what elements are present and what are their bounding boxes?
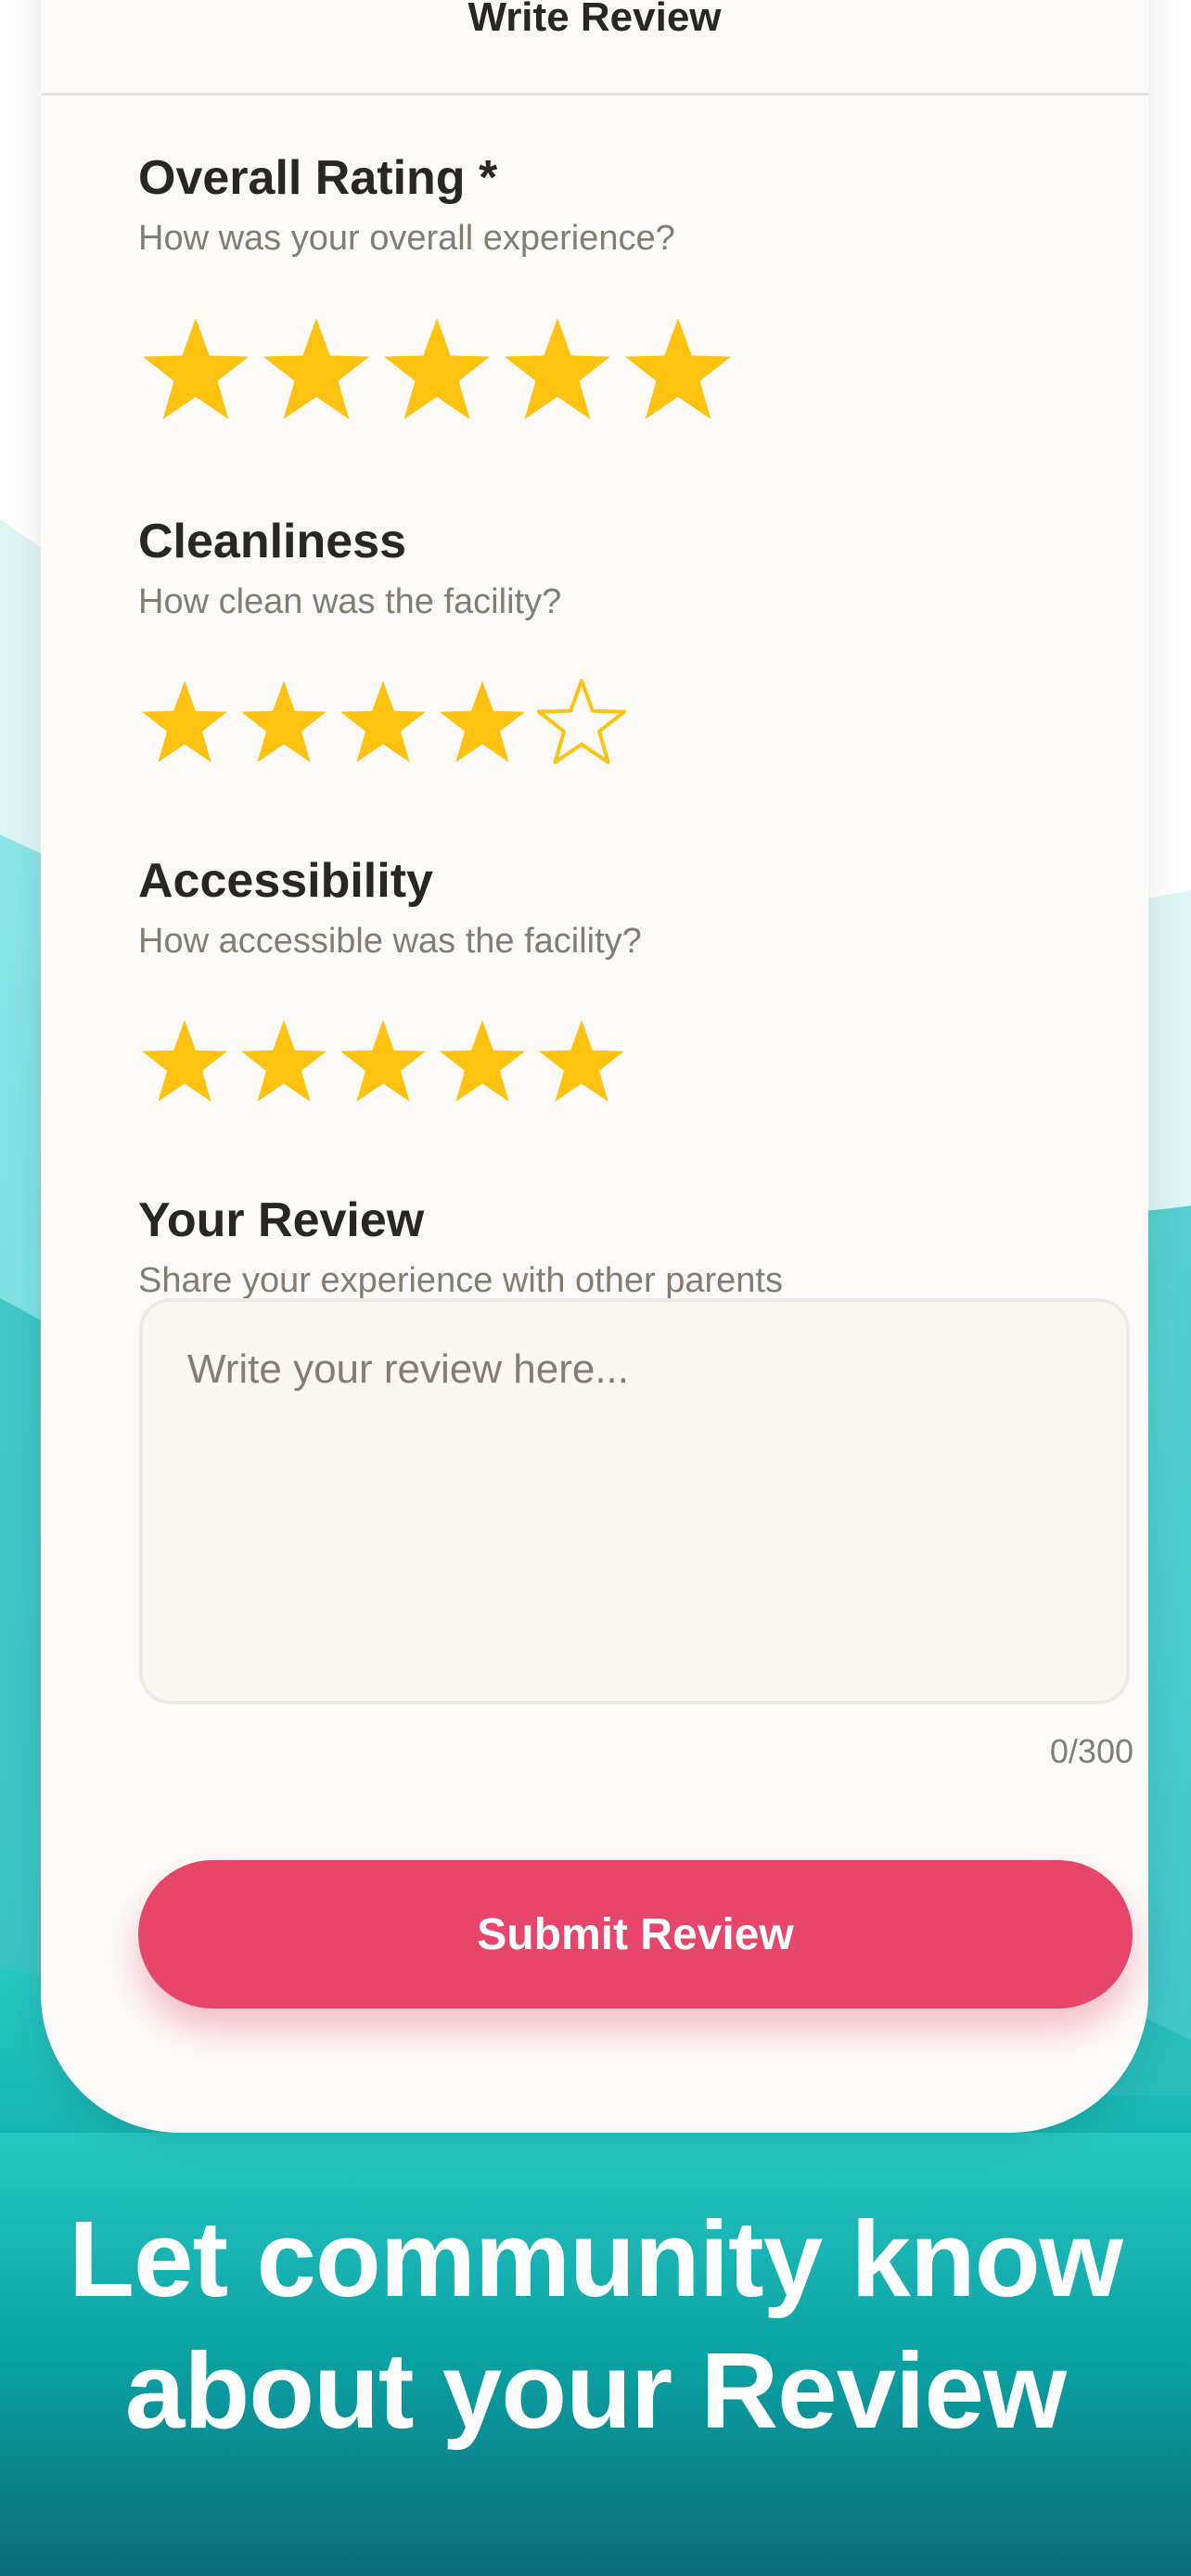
cleanliness-title: Cleanliness: [138, 515, 407, 568]
star-filled-icon[interactable]: [237, 1016, 330, 1109]
star-filled-icon[interactable]: [259, 313, 374, 428]
cleanliness-subtitle: How clean was the facility?: [138, 582, 562, 621]
star-filled-icon[interactable]: [237, 677, 330, 770]
star-filled-icon[interactable]: [436, 677, 529, 770]
star-filled-icon[interactable]: [379, 313, 494, 428]
accessibility-title: Accessibility: [138, 854, 433, 908]
star-filled-icon[interactable]: [138, 313, 253, 428]
your-review-title: Your Review: [138, 1193, 425, 1247]
star-filled-icon[interactable]: [337, 1016, 429, 1109]
star-filled-icon[interactable]: [535, 1016, 628, 1109]
star-filled-icon[interactable]: [436, 1016, 529, 1109]
character-counter: 0/300: [1049, 1732, 1133, 1770]
star-filled-icon[interactable]: [138, 677, 231, 770]
overall-rating-subtitle: How was your overall experience?: [138, 219, 675, 258]
submit-review-button[interactable]: Submit Review: [138, 1860, 1133, 2009]
promo-headline-line-2: about your Review: [124, 2330, 1067, 2451]
promo-headline: Let community know about your Review: [0, 2193, 1191, 2456]
accessibility-subtitle: How accessible was the facility?: [138, 922, 642, 961]
page-title: Write Review: [467, 0, 722, 40]
your-review-subtitle: Share your experience with other parents: [138, 1261, 783, 1300]
cleanliness-stars[interactable]: [138, 677, 634, 770]
promo-headline-line-1: Let community know: [69, 2199, 1123, 2319]
star-outline-icon[interactable]: [535, 677, 628, 770]
star-filled-icon[interactable]: [337, 677, 429, 770]
accessibility-stars[interactable]: [138, 1016, 634, 1109]
star-filled-icon[interactable]: [500, 313, 615, 428]
overall-rating-title: Overall Rating *: [138, 151, 498, 205]
review-card: Write Review Overall Rating * How was yo…: [41, 0, 1148, 2133]
star-filled-icon[interactable]: [138, 1016, 231, 1109]
star-filled-icon[interactable]: [621, 313, 736, 428]
header-divider: [41, 93, 1148, 96]
review-textarea[interactable]: [139, 1298, 1130, 1704]
overall-rating-stars[interactable]: [138, 313, 741, 428]
